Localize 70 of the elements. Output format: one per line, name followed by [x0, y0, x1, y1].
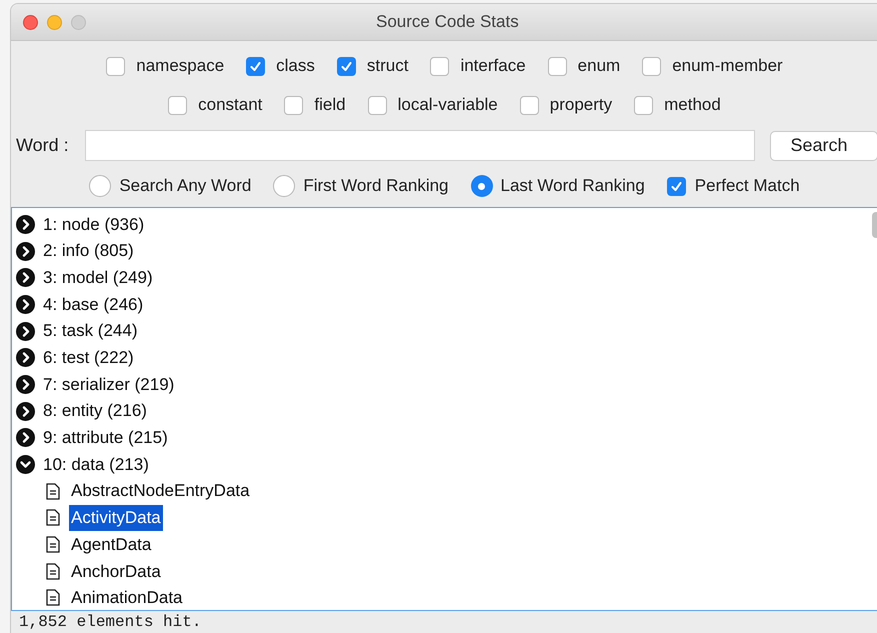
tree-item[interactable]: 7: serializer (219) [43, 372, 174, 398]
minimize-button[interactable] [47, 14, 62, 30]
expand-icon[interactable] [16, 402, 35, 421]
expand-icon[interactable] [16, 322, 35, 341]
checkbox[interactable] [336, 56, 356, 76]
expand-icon[interactable] [16, 428, 35, 448]
expand-icon[interactable] [16, 374, 35, 394]
checkbox[interactable] [666, 176, 686, 196]
tree-item[interactable]: 2: info (805) [43, 238, 134, 264]
tree-item[interactable]: AbstractNodeEntryData [69, 478, 252, 504]
checkbox-label: local-variable [398, 94, 498, 116]
tree-item[interactable]: AgentData [69, 532, 154, 558]
checkbox[interactable] [284, 96, 304, 114]
checkmark-icon [670, 180, 683, 192]
checkbox[interactable] [168, 96, 188, 114]
checkbox-label: enum-member [672, 55, 783, 77]
checkbox-label: field [314, 94, 346, 116]
checkbox-label: namespace [136, 55, 224, 77]
expand-icon[interactable] [16, 348, 35, 368]
checkbox-label: Perfect Match [694, 175, 800, 197]
document-icon [46, 482, 60, 500]
tree-item[interactable]: 8: entity (216) [43, 398, 147, 424]
document-icon [46, 589, 60, 606]
tree-item[interactable]: ActivityData [69, 505, 163, 531]
tree-item[interactable]: 1: node (936) [43, 212, 144, 238]
checkbox[interactable] [430, 56, 450, 76]
checkbox-label: property [550, 94, 612, 116]
expand-icon[interactable] [16, 242, 35, 261]
status-text: 1,852 elements hit. [19, 613, 202, 631]
window-title: Source Code Stats [376, 11, 519, 34]
checkmark-icon [340, 60, 353, 72]
radio-button[interactable] [89, 175, 112, 197]
checkbox-label: enum [578, 55, 620, 77]
tree-item[interactable]: AnimationData [69, 585, 185, 610]
expand-icon[interactable] [16, 214, 35, 234]
collapse-icon[interactable] [16, 455, 35, 474]
word-field[interactable] [84, 130, 755, 161]
radio-label: Last Word Ranking [500, 175, 645, 197]
expand-icon[interactable] [16, 294, 35, 314]
word-label: Word : [16, 134, 70, 157]
radio-button[interactable] [273, 175, 296, 197]
document-icon [46, 562, 60, 580]
radio-label: Search Any Word [119, 175, 252, 197]
document-icon [46, 536, 60, 554]
expand-icon[interactable] [16, 268, 35, 288]
radio-label: First Word Ranking [303, 175, 449, 197]
checkbox[interactable] [520, 96, 539, 114]
checkmark-icon [249, 60, 262, 72]
close-button[interactable] [23, 14, 38, 30]
checkbox[interactable] [246, 56, 266, 76]
checkbox-label: class [276, 55, 315, 77]
tree-item[interactable]: 10: data (213) [43, 452, 149, 478]
checkbox[interactable] [548, 56, 567, 76]
checkbox[interactable] [106, 56, 126, 76]
tree-item[interactable]: 5: task (244) [43, 318, 138, 344]
tree-item[interactable]: AnchorData [69, 558, 163, 584]
checkbox[interactable] [642, 56, 662, 76]
checkbox[interactable] [368, 96, 387, 114]
document-icon [46, 509, 60, 526]
checkbox-label: interface [460, 55, 526, 77]
checkbox-label: method [664, 94, 721, 116]
checkbox-label: struct [366, 55, 408, 77]
radio-button[interactable] [470, 175, 493, 197]
tree-item[interactable]: 4: base (246) [43, 292, 144, 318]
tree-item[interactable]: 9: attribute (215) [43, 425, 168, 451]
tree-item[interactable]: 6: test (222) [43, 345, 134, 371]
checkbox-label: constant [198, 94, 262, 116]
checkbox[interactable] [634, 96, 654, 114]
search-button[interactable]: Search [770, 130, 877, 160]
tree-item[interactable]: 3: model (249) [43, 264, 153, 290]
